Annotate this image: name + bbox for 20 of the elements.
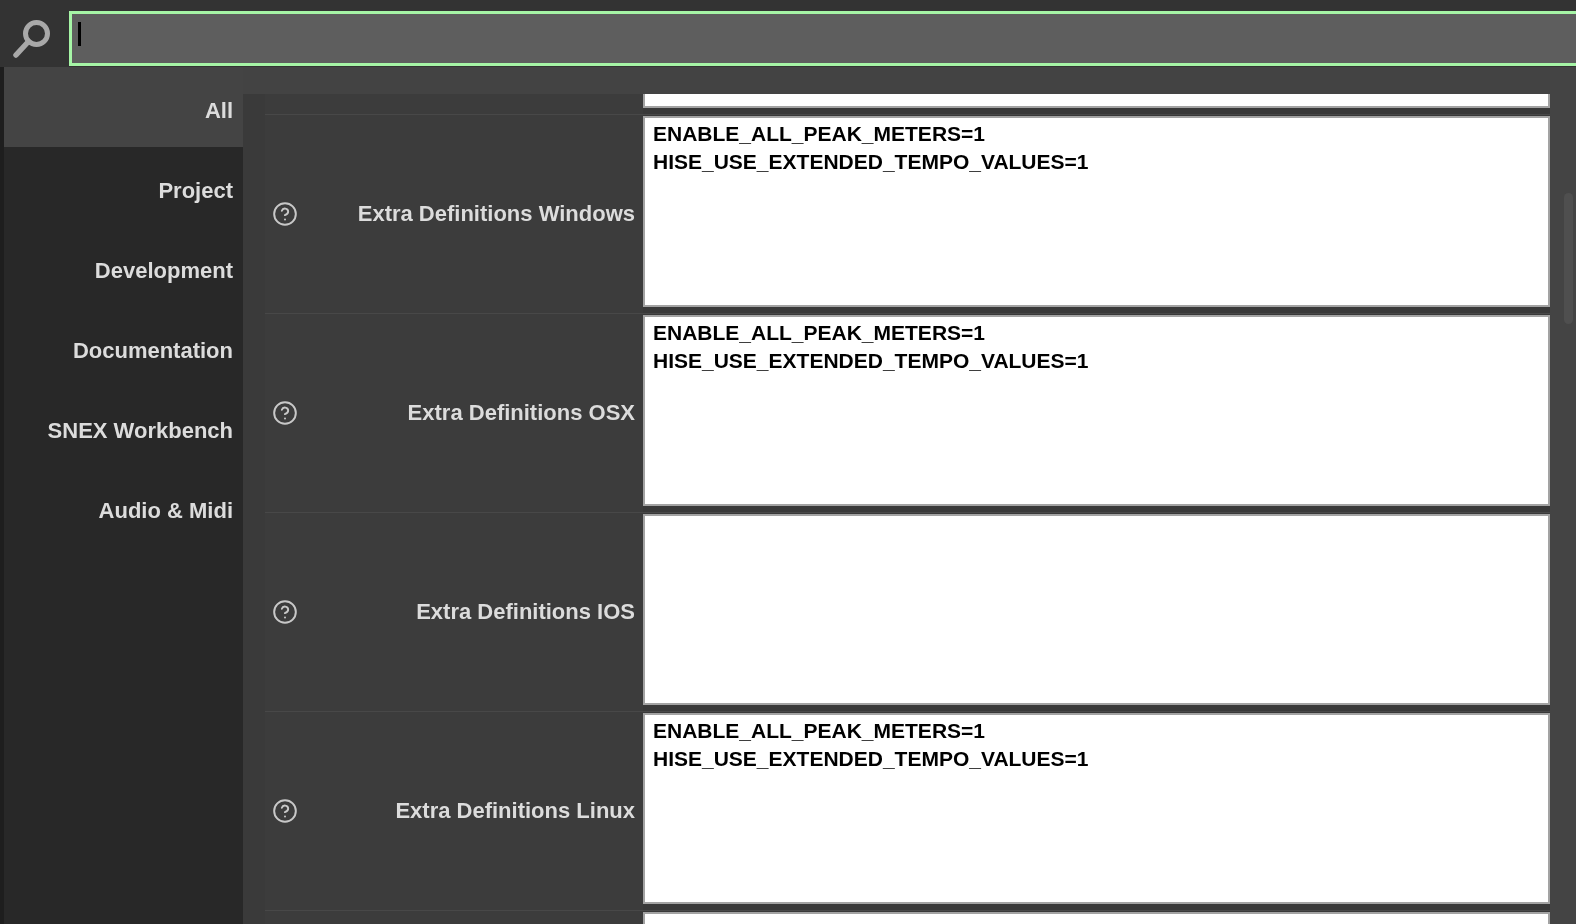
help-icon[interactable]	[272, 400, 298, 426]
text-area[interactable]: ENABLE_ALL_PEAK_METERS=1 HISE_USE_EXTENDED_TEMPO_VALUES=1	[643, 116, 1550, 307]
setting-label: Extra Definitions OSX	[407, 400, 635, 426]
text-area[interactable]: ENABLE_ALL_PEAK_METERS=1 HISE_USE_EXTENDED_TEMPO_VALUES=1	[643, 713, 1550, 904]
sidebar-item[interactable]: SNEX Workbench	[4, 387, 243, 467]
setting-label: Extra Definitions Linux	[395, 798, 635, 824]
sidebar-item[interactable]: All	[4, 67, 243, 147]
setting-label: Extra Definitions IOS	[416, 599, 635, 625]
sidebar-item[interactable]: Development	[4, 227, 243, 307]
search-field[interactable]	[69, 11, 1576, 66]
setting-label: Extra Definitions Windows	[357, 201, 635, 227]
sidebar-item[interactable]: Audio & Midi	[4, 467, 243, 547]
text-area[interactable]: ENABLE_ALL_PEAK_METERS=1 HISE_USE_EXTENDED_TEMPO_VALUES=1	[643, 315, 1550, 506]
sidebar-item[interactable]: Project	[4, 147, 243, 227]
help-icon[interactable]	[272, 201, 298, 227]
text-cursor-icon	[78, 22, 81, 46]
search-icon	[13, 19, 51, 58]
help-icon[interactable]	[272, 599, 298, 625]
sidebar-item[interactable]: Documentation	[4, 307, 243, 387]
help-icon[interactable]	[272, 798, 298, 824]
